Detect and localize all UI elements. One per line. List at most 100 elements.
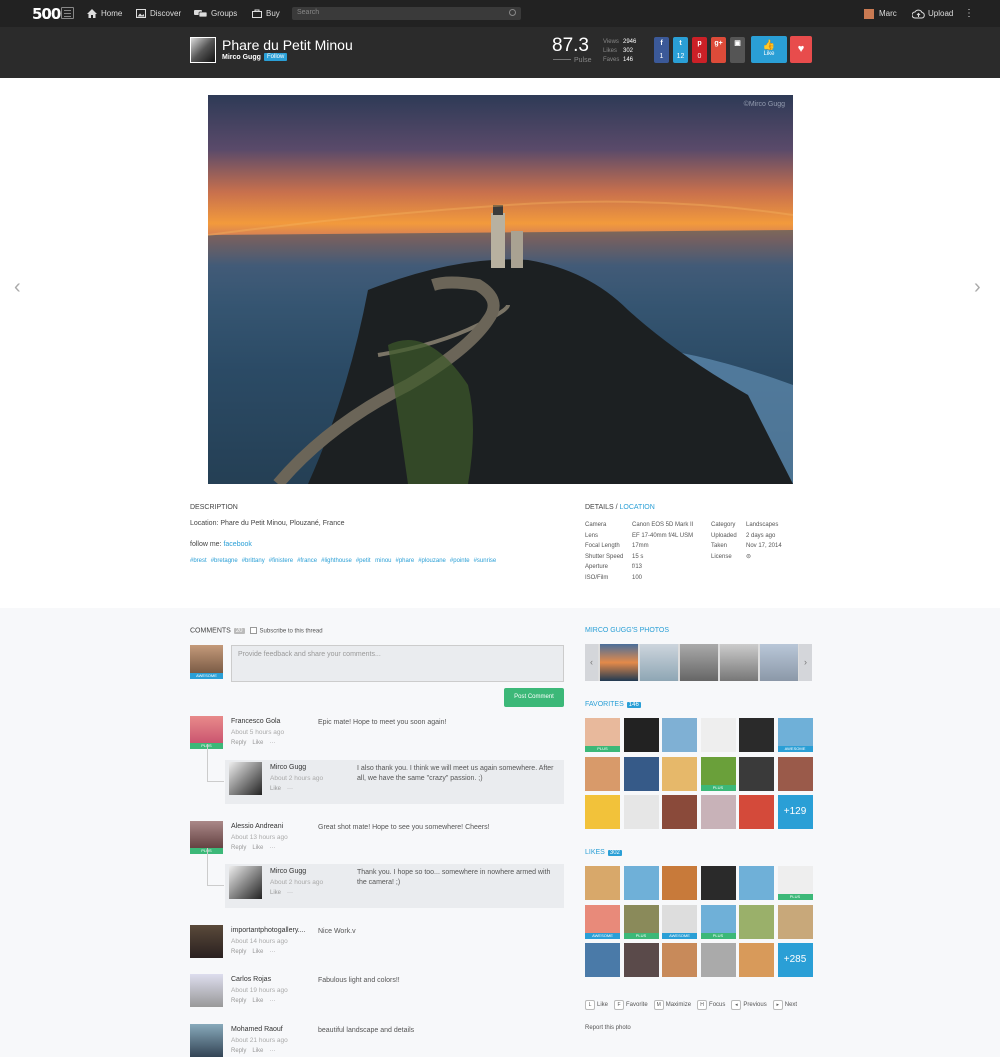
commenter-name[interactable]: Carlos Rojas bbox=[231, 976, 271, 983]
commenter-name[interactable]: Mohamed Raouf bbox=[231, 1026, 283, 1033]
user-avatar-thumb[interactable] bbox=[700, 795, 736, 829]
tag-link[interactable]: #brest bbox=[190, 558, 207, 564]
user-avatar-thumb[interactable]: PLUS bbox=[700, 756, 736, 791]
user-avatar-thumb[interactable] bbox=[700, 866, 736, 900]
tag-link[interactable]: #lighthouse bbox=[321, 558, 352, 564]
tag-link[interactable]: #france bbox=[297, 558, 317, 564]
commenter-name[interactable]: Mirco Gugg bbox=[270, 868, 306, 875]
next-photo-arrow[interactable]: › bbox=[974, 276, 981, 299]
500px-logo[interactable]: 500 bbox=[32, 5, 61, 23]
author-photo-thumb[interactable] bbox=[680, 644, 718, 681]
nav-home[interactable]: Home bbox=[87, 0, 122, 27]
commenter-name[interactable]: Mirco Gugg bbox=[270, 764, 306, 771]
nav-groups[interactable]: Groups bbox=[194, 0, 237, 27]
main-photo[interactable]: ©Mirco Gugg bbox=[208, 95, 793, 484]
reply-link[interactable]: Reply bbox=[231, 998, 246, 1004]
report-photo-link[interactable]: Report this photo bbox=[585, 1025, 631, 1031]
share-pinterest-button[interactable]: p0 bbox=[692, 37, 707, 63]
share-twitter-button[interactable]: t 12 bbox=[673, 37, 688, 63]
share-embed-button[interactable]: ▣ bbox=[730, 37, 745, 63]
strip-next-arrow[interactable]: › bbox=[799, 644, 812, 681]
commenter-name[interactable]: importantphotogallery.... bbox=[231, 927, 306, 934]
reply-link[interactable]: Reply bbox=[231, 1048, 246, 1054]
reply-link[interactable]: Reply bbox=[231, 845, 246, 851]
commenter-avatar[interactable] bbox=[190, 974, 223, 1007]
shortcut-previous[interactable]: ◂ Previous bbox=[731, 1000, 767, 1010]
user-avatar-thumb[interactable] bbox=[739, 795, 774, 829]
more-users-button[interactable]: +129 bbox=[777, 795, 813, 829]
user-avatar-thumb[interactable] bbox=[777, 756, 813, 791]
more-icon[interactable]: ··· bbox=[287, 786, 293, 792]
user-avatar-thumb[interactable] bbox=[585, 943, 620, 977]
user-avatar-thumb[interactable] bbox=[623, 756, 659, 791]
author-photos-heading[interactable]: MIRCO GUGG'S PHOTOS bbox=[585, 627, 669, 634]
favorite-button[interactable]: ♥ bbox=[790, 36, 812, 63]
user-avatar-thumb[interactable]: AWESOME bbox=[662, 904, 697, 939]
shortcut-favorite[interactable]: F Favorite bbox=[614, 1000, 648, 1010]
more-icon[interactable]: ··· bbox=[269, 845, 275, 851]
user-avatar-thumb[interactable]: AWESOME bbox=[777, 718, 813, 752]
like-link[interactable]: Like bbox=[252, 949, 263, 955]
user-avatar-thumb[interactable]: PLUS bbox=[700, 904, 736, 939]
facebook-link[interactable]: facebook bbox=[223, 541, 251, 548]
commenter-avatar[interactable] bbox=[190, 925, 223, 958]
post-comment-button[interactable]: Post Comment bbox=[504, 688, 564, 707]
user-avatar-thumb[interactable]: PLUS bbox=[777, 866, 813, 900]
more-icon[interactable]: ··· bbox=[269, 998, 275, 1004]
like-link[interactable]: Like bbox=[270, 890, 281, 896]
tag-link[interactable]: #bretagne bbox=[211, 558, 238, 564]
user-avatar-thumb[interactable] bbox=[700, 943, 736, 977]
user-avatar-thumb[interactable] bbox=[585, 756, 620, 791]
commenter-avatar[interactable] bbox=[190, 1024, 223, 1057]
user-avatar-thumb[interactable] bbox=[623, 943, 659, 977]
user-avatar-thumb[interactable] bbox=[585, 795, 620, 829]
follow-button[interactable]: Follow bbox=[264, 53, 288, 61]
more-icon[interactable]: ··· bbox=[269, 949, 275, 955]
more-users-button[interactable]: +285 bbox=[777, 943, 813, 977]
author-photo-thumb[interactable] bbox=[720, 644, 758, 681]
user-menu[interactable]: Marc bbox=[864, 0, 897, 27]
shortcut-like[interactable]: L Like bbox=[585, 1000, 608, 1010]
tag-link[interactable]: #petit minou bbox=[356, 558, 392, 564]
tag-link[interactable]: #plouzane bbox=[418, 558, 446, 564]
tag-link[interactable]: #sunrise bbox=[474, 558, 497, 564]
commenter-name[interactable]: Alessio Andreani bbox=[231, 823, 283, 830]
tag-link[interactable]: #phare bbox=[396, 558, 415, 564]
upload-button[interactable]: Upload bbox=[912, 0, 953, 27]
user-avatar-thumb[interactable] bbox=[662, 756, 697, 791]
strip-prev-arrow[interactable]: ‹ bbox=[585, 644, 598, 681]
user-avatar-thumb[interactable] bbox=[739, 943, 774, 977]
search-icon[interactable] bbox=[509, 9, 516, 16]
comment-input[interactable]: Provide feedback and share your comments… bbox=[231, 645, 564, 682]
user-avatar-thumb[interactable] bbox=[623, 866, 659, 900]
shortcut-focus[interactable]: H Focus bbox=[697, 1000, 725, 1010]
nav-discover[interactable]: Discover bbox=[136, 0, 181, 27]
menu-icon[interactable] bbox=[61, 7, 74, 19]
like-link[interactable]: Like bbox=[252, 740, 263, 746]
user-avatar-thumb[interactable]: PLUS bbox=[585, 718, 620, 752]
tag-link[interactable]: #finistere bbox=[269, 558, 293, 564]
reply-link[interactable]: Reply bbox=[231, 949, 246, 955]
shortcut-maximize[interactable]: M Maximize bbox=[653, 1000, 691, 1010]
tag-link[interactable]: #pointe bbox=[450, 558, 470, 564]
more-menu-icon[interactable]: ⋮ bbox=[964, 0, 974, 27]
likes-heading[interactable]: LIKES 302 bbox=[585, 849, 622, 856]
like-link[interactable]: Like bbox=[252, 1048, 263, 1054]
user-avatar-thumb[interactable] bbox=[662, 718, 697, 752]
like-button[interactable]: 👍 Like bbox=[751, 36, 787, 63]
author-name[interactable]: Mirco Gugg bbox=[222, 54, 261, 61]
tag-link[interactable]: #brittany bbox=[242, 558, 265, 564]
subscribe-checkbox[interactable] bbox=[249, 627, 257, 634]
user-avatar-thumb[interactable] bbox=[739, 718, 774, 752]
user-avatar-thumb[interactable] bbox=[700, 718, 736, 752]
shortcut-next[interactable]: ▸ Next bbox=[772, 1000, 797, 1010]
author-avatar[interactable] bbox=[190, 37, 216, 63]
commenter-avatar[interactable] bbox=[229, 762, 262, 795]
author-photo-thumb[interactable] bbox=[640, 644, 678, 681]
more-icon[interactable]: ··· bbox=[287, 890, 293, 896]
author-photo-thumb[interactable] bbox=[760, 644, 798, 681]
commenter-avatar[interactable] bbox=[229, 866, 262, 899]
location-tab[interactable]: LOCATION bbox=[620, 504, 655, 511]
share-facebook-button[interactable]: f1 bbox=[654, 37, 669, 63]
user-avatar-thumb[interactable] bbox=[662, 795, 697, 829]
